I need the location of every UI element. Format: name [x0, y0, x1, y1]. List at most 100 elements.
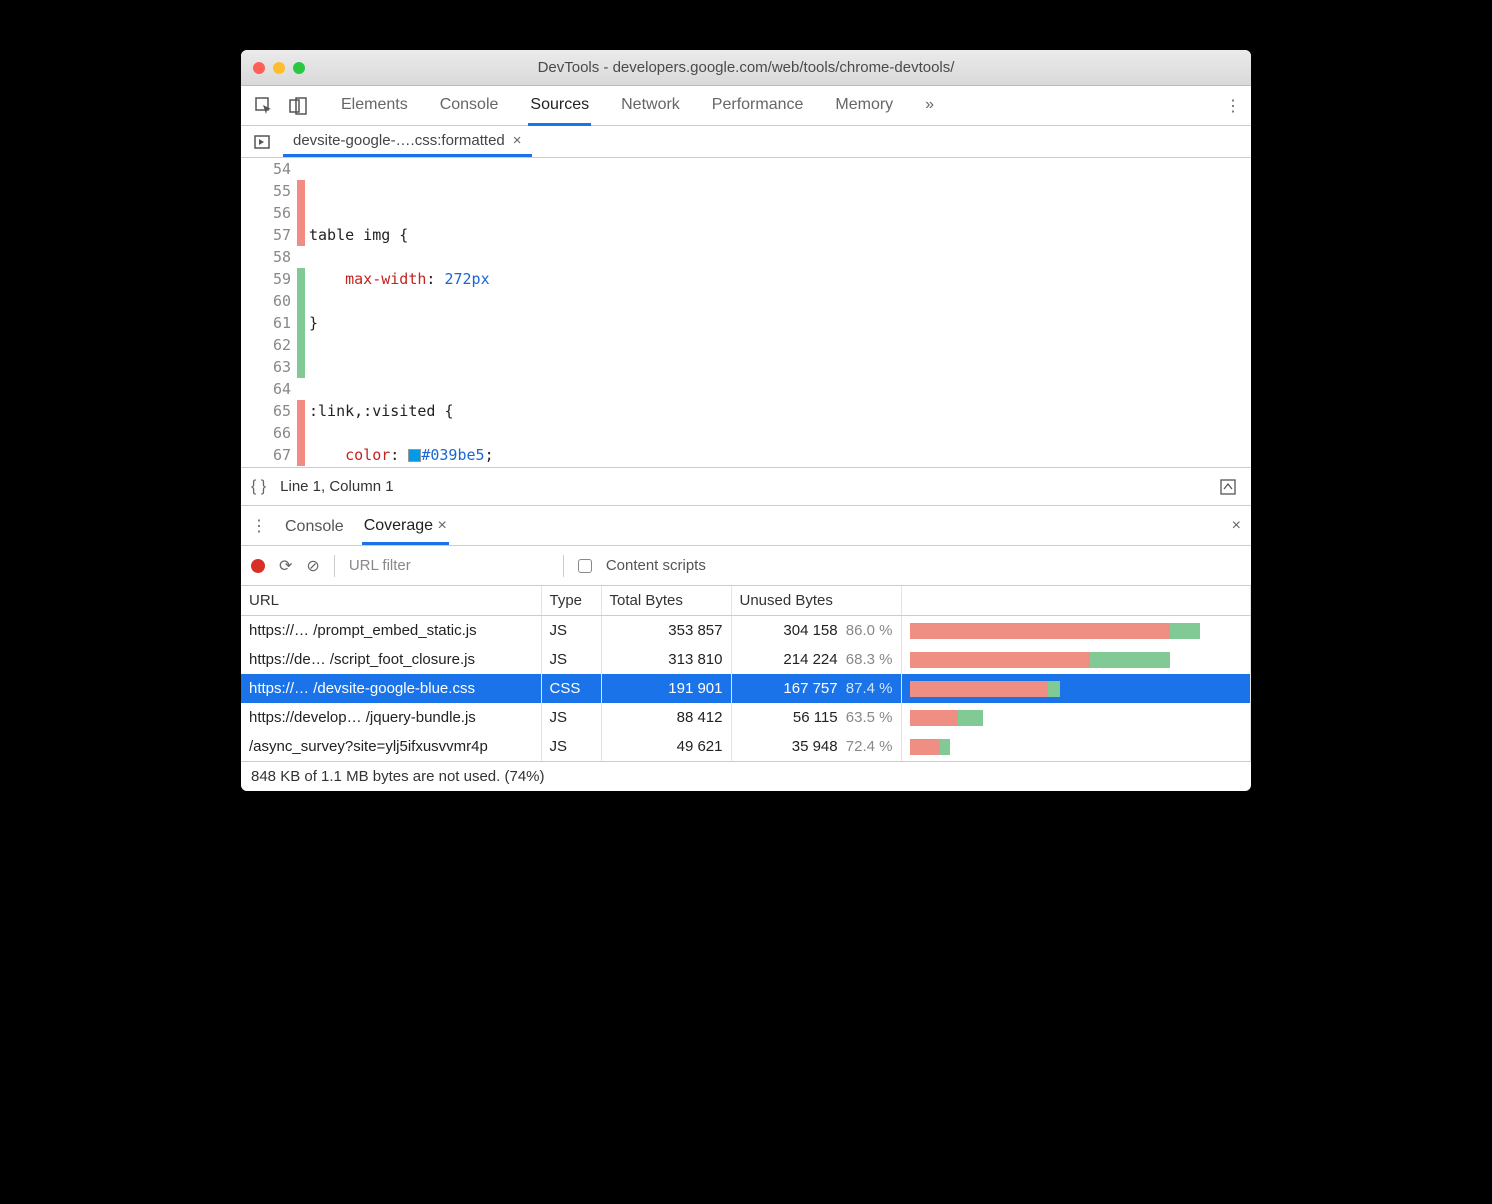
coverage-marker [297, 312, 305, 334]
col-type[interactable]: Type [541, 586, 601, 616]
clear-icon[interactable]: ⊘ [306, 556, 319, 576]
main-panel-tabs: Elements Console Sources Network Perform… [339, 86, 936, 126]
coverage-marker [297, 158, 305, 180]
url-filter-input[interactable]: URL filter [349, 557, 549, 574]
code-line: } [309, 312, 580, 334]
close-icon[interactable]: × [438, 517, 447, 534]
cursor-position: Line 1, Column 1 [280, 478, 393, 495]
cell-total: 191 901 [601, 674, 731, 703]
tab-elements[interactable]: Elements [339, 86, 410, 126]
sources-file-tabs: devsite-google-….css:formatted × [241, 126, 1251, 158]
line-number: 63 [241, 356, 291, 378]
cell-url: /async_survey?site=ylj5ifxusvvmr4p [241, 732, 541, 761]
drawer-kebab-icon[interactable]: ⋮ [251, 516, 267, 536]
cell-total: 353 857 [601, 616, 731, 646]
code-line: :link,:visited { [309, 400, 580, 422]
file-tab-name: devsite-google-….css:formatted [293, 132, 505, 149]
line-number: 56 [241, 202, 291, 224]
cell-type: JS [541, 616, 601, 646]
more-tabs-icon[interactable]: » [923, 86, 936, 126]
tab-memory[interactable]: Memory [833, 86, 895, 126]
table-row[interactable]: /async_survey?site=ylj5ifxusvvmr4pJS49 6… [241, 732, 1251, 761]
code-line [309, 180, 580, 202]
line-number: 59 [241, 268, 291, 290]
code-content: table img { max-width: 272px } :link,:vi… [305, 158, 580, 467]
navigator-toggle-icon[interactable] [249, 129, 275, 155]
drawer-tab-console[interactable]: Console [283, 508, 346, 543]
zoom-window-button[interactable] [293, 62, 305, 74]
reload-icon[interactable]: ⟳ [279, 556, 292, 576]
line-gutter: 54 55 56 57 58 59 60 61 62 63 64 65 66 6… [241, 158, 297, 467]
collapse-pane-icon[interactable] [1215, 474, 1241, 500]
close-window-button[interactable] [253, 62, 265, 74]
settings-kebab-icon[interactable]: ⋮ [1225, 96, 1241, 116]
cell-url: https://de… /script_foot_closure.js [241, 645, 541, 674]
table-row[interactable]: https://… /prompt_embed_static.jsJS353 8… [241, 616, 1251, 646]
table-row[interactable]: https://develop… /jquery-bundle.jsJS88 4… [241, 703, 1251, 732]
tab-network[interactable]: Network [619, 86, 682, 126]
drawer-tab-label: Coverage [364, 517, 433, 534]
line-number: 54 [241, 158, 291, 180]
coverage-marker [297, 334, 305, 356]
coverage-table: URL Type Total Bytes Unused Bytes https:… [241, 586, 1251, 761]
tab-performance[interactable]: Performance [710, 86, 806, 126]
drawer-tab-coverage[interactable]: Coverage × [362, 507, 449, 545]
col-bar[interactable] [901, 586, 1251, 616]
traffic-lights [241, 62, 305, 74]
coverage-marker [297, 290, 305, 312]
cell-unused: 56 115 63.5 % [731, 703, 901, 732]
cell-type: CSS [541, 674, 601, 703]
cell-unused: 304 158 86.0 % [731, 616, 901, 646]
cell-unused: 35 948 72.4 % [731, 732, 901, 761]
cell-bar [901, 674, 1251, 703]
inspect-element-icon[interactable] [251, 93, 277, 119]
cell-bar [901, 703, 1251, 732]
drawer-tabs: ⋮ Console Coverage × × [241, 506, 1251, 546]
table-row[interactable]: https://de… /script_foot_closure.jsJS313… [241, 645, 1251, 674]
titlebar: DevTools - developers.google.com/web/too… [241, 50, 1251, 86]
coverage-marker [297, 422, 305, 444]
cell-url: https://… /prompt_embed_static.js [241, 616, 541, 646]
cell-unused: 167 757 87.4 % [731, 674, 901, 703]
record-icon[interactable] [251, 559, 265, 573]
devtools-window: DevTools - developers.google.com/web/too… [241, 50, 1251, 791]
coverage-marker [297, 202, 305, 224]
window-title: DevTools - developers.google.com/web/too… [241, 59, 1251, 76]
coverage-marker [297, 400, 305, 422]
cell-type: JS [541, 732, 601, 761]
color-swatch-icon[interactable] [408, 449, 421, 462]
code-editor[interactable]: 54 55 56 57 58 59 60 61 62 63 64 65 66 6… [241, 158, 1251, 468]
minimize-window-button[interactable] [273, 62, 285, 74]
col-unused[interactable]: Unused Bytes [731, 586, 901, 616]
coverage-gutter [297, 158, 305, 467]
line-number: 57 [241, 224, 291, 246]
line-number: 55 [241, 180, 291, 202]
cell-bar [901, 645, 1251, 674]
close-icon[interactable]: × [513, 132, 522, 149]
code-line: color: #039be5; [309, 444, 580, 466]
line-number: 66 [241, 422, 291, 444]
close-drawer-icon[interactable]: × [1232, 517, 1241, 535]
cell-total: 313 810 [601, 645, 731, 674]
content-scripts-label: Content scripts [606, 557, 706, 574]
cell-type: JS [541, 703, 601, 732]
coverage-marker [297, 378, 305, 400]
cell-unused: 214 224 68.3 % [731, 645, 901, 674]
tab-sources[interactable]: Sources [528, 86, 591, 126]
file-tab-current[interactable]: devsite-google-….css:formatted × [283, 126, 532, 157]
coverage-marker [297, 180, 305, 202]
col-total[interactable]: Total Bytes [601, 586, 731, 616]
code-line: max-width: 272px [309, 268, 580, 290]
table-row[interactable]: https://… /devsite-google-blue.cssCSS191… [241, 674, 1251, 703]
device-toolbar-icon[interactable] [285, 93, 311, 119]
line-number: 67 [241, 444, 291, 466]
coverage-toolbar: ⟳ ⊘ URL filter Content scripts [241, 546, 1251, 586]
cell-bar [901, 616, 1251, 646]
line-number: 65 [241, 400, 291, 422]
tab-console[interactable]: Console [438, 86, 501, 126]
col-url[interactable]: URL [241, 586, 541, 616]
cell-type: JS [541, 645, 601, 674]
content-scripts-checkbox[interactable] [578, 559, 592, 573]
pretty-print-icon[interactable]: { } [251, 478, 266, 496]
editor-status-bar: { } Line 1, Column 1 [241, 468, 1251, 506]
